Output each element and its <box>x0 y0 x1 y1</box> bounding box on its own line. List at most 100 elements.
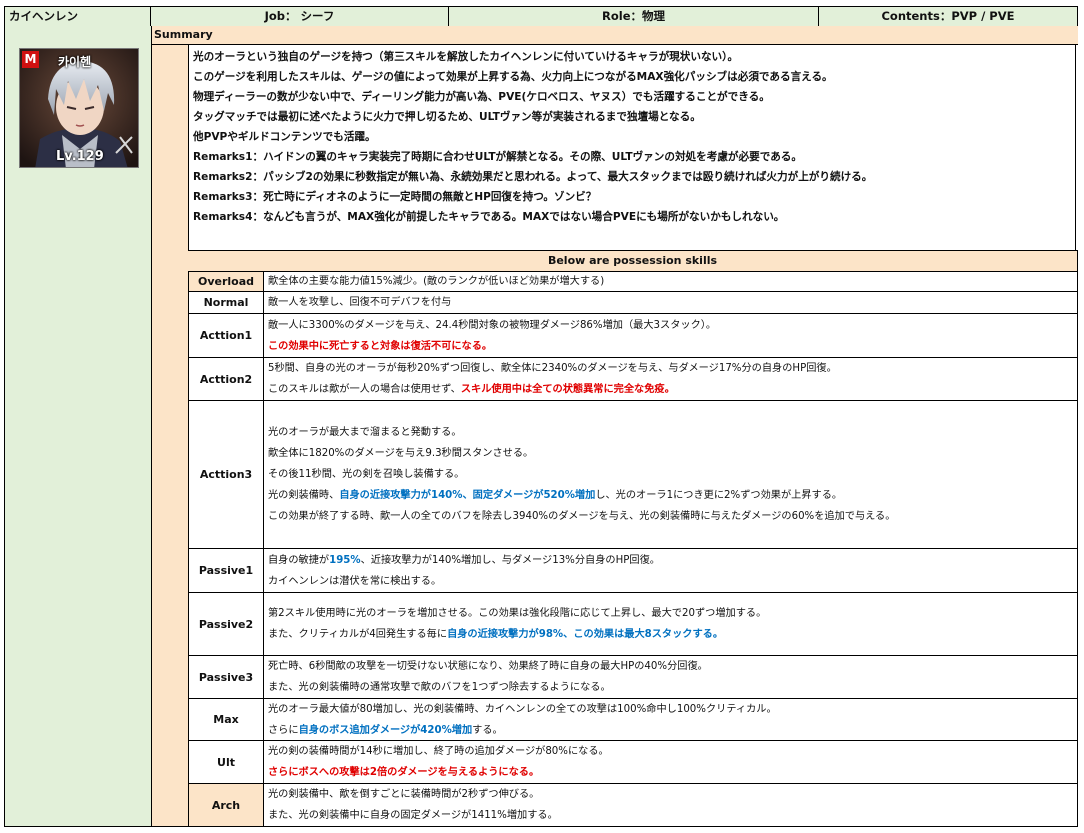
skill-text: 敵一人に3300%のダメージを与え、24.4秒間対象の被物理ダメージ86%増加（… <box>268 319 717 331</box>
summary-title: Summary <box>154 28 213 41</box>
skill-desc-line: この効果中に死亡すると対象は復活不可になる。 <box>268 336 1073 357</box>
skill-label-passive1: Passive1 <box>188 548 264 593</box>
skill-desc-line: また、光の剣装備中に自身の固定ダメージが1411%増加する。 <box>268 805 1073 826</box>
role-label: Role：物理 <box>602 9 665 23</box>
skill-desc-line: また、クリティカルが4回発生する毎に自身の近接攻撃力が98%、この効果は最大8ス… <box>268 624 1073 645</box>
skill-desc-line: 光の剣装備時、自身の近接攻撃力が140%、固定ダメージが520%増加し、光のオー… <box>268 485 1073 506</box>
skill-text: 自身の敏捷が <box>268 554 330 566</box>
skill-label: Arch <box>211 798 241 812</box>
skill-label-action3: Acttion3 <box>188 400 264 549</box>
skill-text: 敵一人を攻撃し、回復不可デバフを付与 <box>268 297 452 308</box>
skill-text: 第2スキル使用時に光のオーラを増加させる。この効果は強化段階に応じて上昇し、最大… <box>268 608 767 619</box>
summary-line: Remarks2：パッシブ2の効果に秒数指定が無い為、永続効果だと思われる。よっ… <box>193 171 873 183</box>
character-name-cell: カイヘンレン <box>4 6 151 27</box>
skill-desc-line: その後11秒間、光の剣を召喚し装備する。 <box>268 464 1073 485</box>
skill-desc-line: さらに自身のボス追加ダメージが420%増加する。 <box>268 720 1073 741</box>
skill-text: する。 <box>472 724 503 736</box>
character-portrait: M 카이헨 Lv.129 <box>19 48 139 168</box>
skill-text: 光のオーラが最大まで溜まると発動する。 <box>268 427 462 438</box>
skill-highlight-blue: 自身のボス追加ダメージが420%増加 <box>298 724 473 736</box>
job-cell: Job： シーフ <box>150 6 449 27</box>
skill-desc-line: 死亡時、6秒間歒の攻撃を一切受けない状態になり、効果終了時に自身の最大HPの40… <box>268 656 1073 677</box>
level-text: Lv.129 <box>56 149 104 164</box>
skill-label: Overload <box>197 275 255 288</box>
skill-desc-max: 光のオーラ最大値が80増加し、光の剣装備時、カイヘンレンの全ての攻撃は100%命… <box>263 698 1078 741</box>
summary-line: このゲージを利用したスキルは、ゲージの値によって効果が上昇する為、火力向上につな… <box>193 71 833 83</box>
skill-label: Normal <box>203 296 249 309</box>
skill-desc-line: 第2スキル使用時に光のオーラを増加させる。この効果は強化段階に応じて上昇し、最大… <box>268 603 1073 624</box>
skills-title: Below are possession skills <box>547 254 718 267</box>
role-cell: Role：物理 <box>448 6 819 27</box>
skill-label-passive2: Passive2 <box>188 592 264 656</box>
skill-text: 光の剣の装備時間が14秒に増加し、終了時の追加ダメージが80%になる。 <box>268 746 609 757</box>
skill-desc-normal: 敵一人を攻撃し、回復不可デバフを付与 <box>263 291 1078 314</box>
skill-desc-line: この効果が終了する時、歒一人の全てのバフを除去し3940%のダメージを与え、光の… <box>268 506 1073 527</box>
portrait-name-text: 카이헨 <box>58 55 92 69</box>
skills-band: Below are possession skills <box>188 250 1078 272</box>
skill-highlight-red: さらにボスへの攻撃は2倍のダメージを与えるようになる。 <box>268 767 540 778</box>
skill-desc-overload: 歒全体の主要な能力値15%減少。(敵のランクが低いほど効果が増大する) <box>263 271 1078 292</box>
skill-label-action2: Acttion2 <box>188 357 264 401</box>
skill-text: また、光の剣装備時の通常攻撃で歒のバフを1つずつ除去するようになる。 <box>268 682 611 693</box>
skill-label-passive3: Passive3 <box>188 655 264 699</box>
skill-highlight-blue: 195% <box>329 554 361 566</box>
skill-desc-line: 5秒間、自身の光のオーラが毎秒20%ずつ回復し、歒全体に2340%のダメージを与… <box>268 358 1073 379</box>
skill-desc-line: 歒全体の主要な能力値15%減少。(敵のランクが低いほど効果が増大する) <box>268 273 1073 290</box>
skill-text: その後11秒間、光の剣を召喚し装備する。 <box>268 469 465 480</box>
skill-desc-line: 光のオーラ最大値が80増加し、光の剣装備時、カイヘンレンの全ての攻撃は100%命… <box>268 699 1073 720</box>
skill-desc-line: 歒全体に1820%のダメージを与え9.3秒間スタンさせる。 <box>268 443 1073 464</box>
skill-label-ult: Ult <box>188 740 264 784</box>
summary-line: 他PVPやギルドコンテンツでも活躍。 <box>193 131 376 143</box>
skill-highlight-blue: 自身の近接攻撃力が140%、固定ダメージが520%増加 <box>339 490 596 501</box>
skill-desc-line: さらにボスへの攻撃は2倍のダメージを与えるようになる。 <box>268 762 1073 783</box>
skill-label-normal: Normal <box>188 291 264 314</box>
summary-line: 物理ディーラーの数が少ない中で、ディーリング能力が高い為、PVE(ケロベロス、ヤ… <box>193 91 770 103</box>
skill-desc-line: カイヘンレンは潜伏を常に検出する。 <box>268 571 1073 592</box>
skill-text: し、光のオーラ1につき更に2%ずつ効果が上昇する。 <box>595 490 843 501</box>
skill-desc-line: 敵一人に3300%のダメージを与え、24.4秒間対象の被物理ダメージ86%増加（… <box>268 315 1073 336</box>
skill-desc-action1: 敵一人に3300%のダメージを与え、24.4秒間対象の被物理ダメージ86%増加（… <box>263 313 1078 358</box>
skill-desc-passive2: 第2スキル使用時に光のオーラを増加させる。この効果は強化段階に応じて上昇し、最大… <box>263 592 1078 656</box>
skill-label-overload: Overload <box>188 271 264 292</box>
skill-label: Passive2 <box>198 617 254 631</box>
skill-desc-line: 敵一人を攻撃し、回復不可デバフを付与 <box>268 294 1073 311</box>
skill-desc-line: 光のオーラが最大まで溜まると発動する。 <box>268 422 1073 443</box>
character-name: カイヘンレン <box>9 9 78 23</box>
contents-label: Contents：PVP / PVE <box>881 9 1015 23</box>
skill-text: 死亡時、6秒間歒の攻撃を一切受けない状態になり、効果終了時に自身の最大HPの40… <box>268 661 708 672</box>
skill-text: 光の剣装備時、 <box>268 490 340 501</box>
skill-desc-passive3: 死亡時、6秒間歒の攻撃を一切受けない状態になり、効果終了時に自身の最大HPの40… <box>263 655 1078 699</box>
skill-desc-ult: 光の剣の装備時間が14秒に増加し、終了時の追加ダメージが80%になる。 さらにボ… <box>263 740 1078 784</box>
skill-label: Acttion3 <box>199 468 253 481</box>
skill-label: Ult <box>217 755 235 769</box>
summary-line: タッグマッチでは最初に述べたように火力で押し切るため、ULTヴァン等が実装される… <box>193 111 701 123</box>
skill-label: Max <box>213 713 239 726</box>
skill-desc-action3: 光のオーラが最大まで溜まると発動する。 歒全体に1820%のダメージを与え9.3… <box>263 400 1078 549</box>
rank-badge: M <box>22 51 39 68</box>
skill-text: 歒全体に1820%のダメージを与え9.3秒間スタンさせる。 <box>268 448 534 459</box>
skill-text: また、クリティカルが4回発生する毎に <box>268 629 448 640</box>
skill-label: Acttion2 <box>199 372 253 386</box>
skill-text: カイヘンレンは潜伏を常に検出する。 <box>268 575 442 587</box>
skill-highlight-red: スキル使用中は全ての状態異常に完全な免疫。 <box>460 384 675 395</box>
skill-desc-action2: 5秒間、自身の光のオーラが毎秒20%ずつ回復し、歒全体に2340%のダメージを与… <box>263 357 1078 401</box>
skill-desc-line: 光の剣装備中、歒を倒すごとに装備時間が2秒ずつ伸びる。 <box>268 784 1073 805</box>
skill-text: この効果が終了する時、歒一人の全てのバフを除去し3940%のダメージを与え、光の… <box>268 511 896 522</box>
summary-line: Remarks4：なんども言うが、MAX強化が前提したキャラである。MAXではな… <box>193 211 785 223</box>
skill-label: Passive1 <box>198 564 254 577</box>
summary-line: Remarks1：ハイドンの翼のキャラ実装完了時期に合わせULTが解禁となる。そ… <box>193 151 802 163</box>
skill-label-action1: Acttion1 <box>188 313 264 358</box>
job-label: Job： シーフ <box>264 9 335 23</box>
skill-desc-line: 自身の敏捷が195%、近接攻撃力が140%増加し、与ダメージ13%分自身のHP回… <box>268 550 1073 571</box>
skill-text: 5秒間、自身の光のオーラが毎秒20%ずつ回復し、歒全体に2340%のダメージを与… <box>268 363 837 374</box>
skill-label: Passive3 <box>198 670 254 684</box>
skill-text: このスキルは歒が一人の場合は使用せず、 <box>268 384 461 395</box>
summary-line: Remarks3：死亡時にディオネのように一定時間の無敵とHP回復を持つ。ゾンビ… <box>193 191 597 203</box>
skill-label-max: Max <box>188 698 264 741</box>
skill-label: Acttion1 <box>199 329 253 342</box>
skill-desc-line: 光の剣の装備時間が14秒に増加し、終了時の追加ダメージが80%になる。 <box>268 741 1073 762</box>
left-gutter <box>151 44 189 827</box>
contents-cell: Contents：PVP / PVE <box>818 6 1078 27</box>
skill-highlight-blue: 自身の近接攻撃力が98%、この効果は最大8スタックする。 <box>447 629 724 640</box>
skill-desc-passive1: 自身の敏捷が195%、近接攻撃力が140%増加し、与ダメージ13%分自身のHP回… <box>263 548 1078 593</box>
